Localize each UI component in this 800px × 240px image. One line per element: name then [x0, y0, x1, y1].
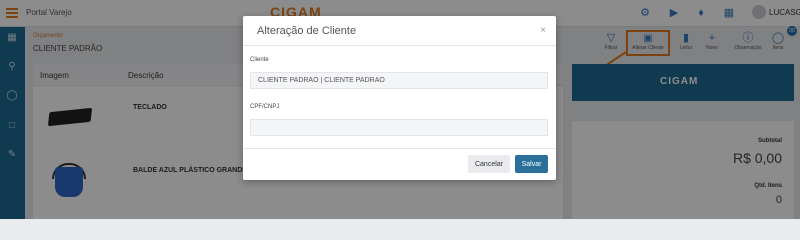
- cancel-button[interactable]: Cancelar: [468, 155, 510, 173]
- dialog-title: Alteração de Cliente: [257, 25, 357, 37]
- close-icon[interactable]: ×: [540, 25, 546, 36]
- client-label: Cliente: [250, 57, 269, 63]
- dialog-header: Alteração de Cliente ×: [243, 16, 556, 46]
- client-field[interactable]: [250, 72, 548, 89]
- cpf-cnpj-label: CPF/CNPJ: [250, 104, 280, 110]
- dialog-footer: Cancelar Salvar: [243, 148, 556, 180]
- cpf-cnpj-field[interactable]: [250, 119, 548, 136]
- change-client-dialog: Alteração de Cliente × Cliente CPF/CNPJ …: [243, 16, 556, 180]
- save-button[interactable]: Salvar: [515, 155, 548, 173]
